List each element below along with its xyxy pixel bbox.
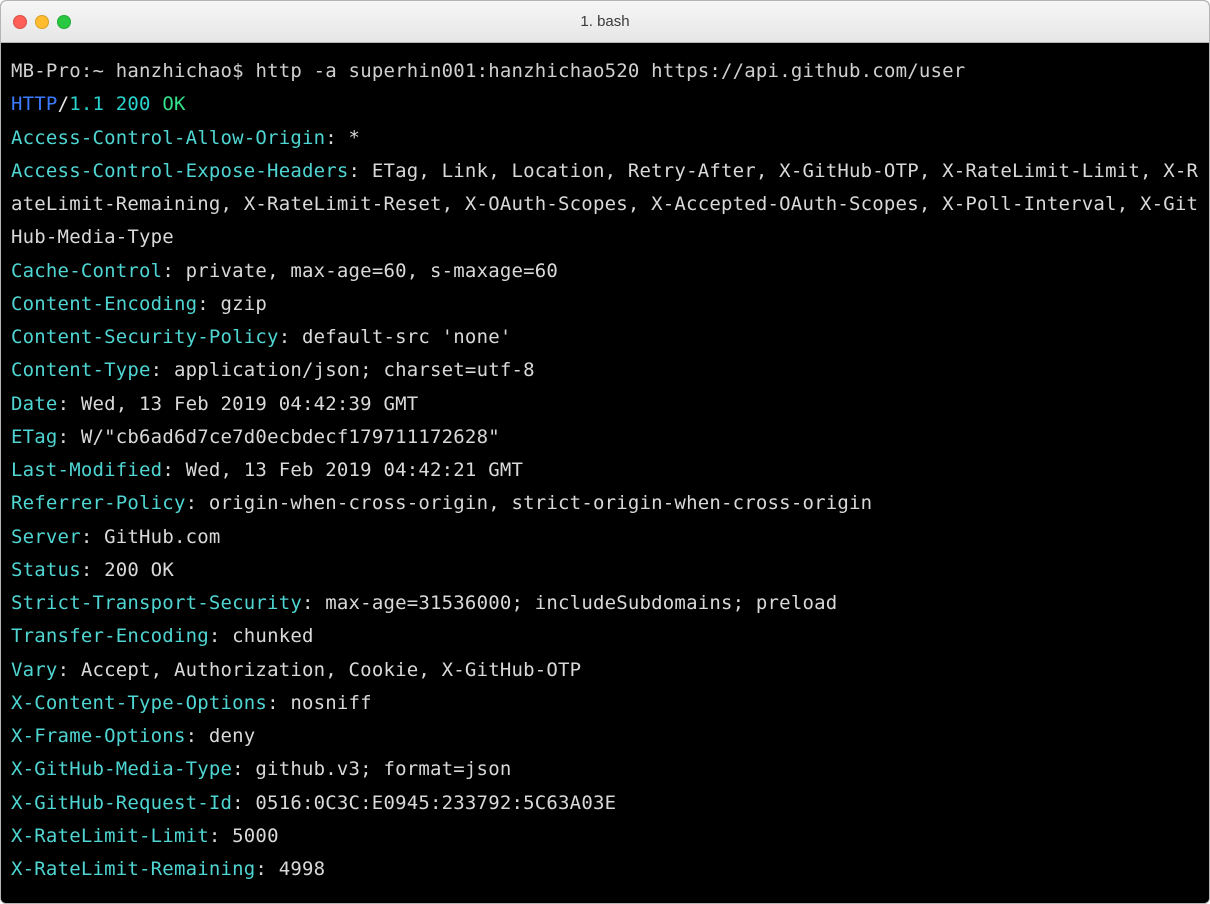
header-value: GitHub.com <box>104 526 220 548</box>
header-colon: : <box>255 858 278 880</box>
header-name: Access-Control-Allow-Origin <box>11 127 325 149</box>
header-name: X-Frame-Options <box>11 725 186 747</box>
header-colon: : <box>81 559 104 581</box>
header-value: Wed, 13 Feb 2019 04:42:39 GMT <box>81 393 419 415</box>
header-value: 200 OK <box>104 559 174 581</box>
command-text: http -a superhin001:hanzhichao520 https:… <box>255 60 965 82</box>
terminal-window: 1. bash MB-Pro:~ hanzhichao$ http -a sup… <box>0 0 1210 904</box>
header-name: Content-Security-Policy <box>11 326 279 348</box>
header-colon: : <box>209 825 232 847</box>
header-name: Strict-Transport-Security <box>11 592 302 614</box>
header-value: Wed, 13 Feb 2019 04:42:21 GMT <box>186 459 524 481</box>
minimize-icon[interactable] <box>35 15 49 29</box>
header-value: application/json; charset=utf-8 <box>174 359 535 381</box>
header-colon: : <box>232 758 255 780</box>
header-name: X-GitHub-Request-Id <box>11 792 232 814</box>
header-colon: : <box>209 625 232 647</box>
header-value: nosniff <box>290 692 371 714</box>
header-name: Content-Type <box>11 359 151 381</box>
http-proto: HTTP <box>11 93 58 115</box>
header-colon: : <box>186 725 209 747</box>
header-value: default-src 'none' <box>302 326 512 348</box>
header-value: Accept, Authorization, Cookie, X-GitHub-… <box>81 659 581 681</box>
traffic-lights <box>13 15 71 29</box>
header-name: Vary <box>11 659 58 681</box>
header-value: * <box>349 127 361 149</box>
header-name: Date <box>11 393 58 415</box>
header-colon: : <box>279 326 302 348</box>
header-value: private, max-age=60, s-maxage=60 <box>186 260 558 282</box>
header-name: X-RateLimit-Limit <box>11 825 209 847</box>
header-value: 5000 <box>232 825 279 847</box>
header-colon: : <box>197 293 220 315</box>
window-title: 1. bash <box>1 13 1209 30</box>
header-name: Transfer-Encoding <box>11 625 209 647</box>
header-name: X-Content-Type-Options <box>11 692 267 714</box>
header-colon: : <box>349 160 372 182</box>
header-colon: : <box>162 459 185 481</box>
header-name: Referrer-Policy <box>11 492 186 514</box>
header-name: Status <box>11 559 81 581</box>
header-value: github.v3; format=json <box>255 758 511 780</box>
header-value: chunked <box>232 625 313 647</box>
header-colon: : <box>186 492 209 514</box>
header-name: Last-Modified <box>11 459 162 481</box>
maximize-icon[interactable] <box>57 15 71 29</box>
header-name: Content-Encoding <box>11 293 197 315</box>
header-colon: : <box>325 127 348 149</box>
http-slash: / <box>58 93 70 115</box>
header-value: 4998 <box>279 858 326 880</box>
header-value: max-age=31536000; includeSubdomains; pre… <box>325 592 837 614</box>
prompt-host: MB-Pro:~ <box>11 60 116 82</box>
terminal-body[interactable]: MB-Pro:~ hanzhichao$ http -a superhin001… <box>1 43 1209 903</box>
header-name: X-RateLimit-Remaining <box>11 858 255 880</box>
header-value: gzip <box>221 293 268 315</box>
header-colon: : <box>162 260 185 282</box>
http-code: 200 <box>116 93 151 115</box>
header-colon: : <box>232 792 255 814</box>
prompt-user: hanzhichao <box>116 60 232 82</box>
http-reason: OK <box>162 93 185 115</box>
header-value: deny <box>209 725 256 747</box>
close-icon[interactable] <box>13 15 27 29</box>
prompt-sigil: $ <box>232 60 255 82</box>
header-name: X-GitHub-Media-Type <box>11 758 232 780</box>
header-colon: : <box>151 359 174 381</box>
header-value: 0516:0C3C:E0945:233792:5C63A03E <box>255 792 616 814</box>
header-colon: : <box>58 393 81 415</box>
header-colon: : <box>267 692 290 714</box>
header-name: Access-Control-Expose-Headers <box>11 160 349 182</box>
header-value: W/"cb6ad6d7ce7d0ecbdecf179711172628" <box>81 426 500 448</box>
header-value: origin-when-cross-origin, strict-origin-… <box>209 492 872 514</box>
header-colon: : <box>58 426 81 448</box>
response-headers: Access-Control-Allow-Origin: * Access-Co… <box>11 127 1198 881</box>
header-colon: : <box>58 659 81 681</box>
http-version: 1.1 <box>69 93 104 115</box>
header-colon: : <box>302 592 325 614</box>
titlebar: 1. bash <box>1 1 1209 43</box>
header-name: Server <box>11 526 81 548</box>
header-colon: : <box>81 526 104 548</box>
header-name: ETag <box>11 426 58 448</box>
header-name: Cache-Control <box>11 260 162 282</box>
